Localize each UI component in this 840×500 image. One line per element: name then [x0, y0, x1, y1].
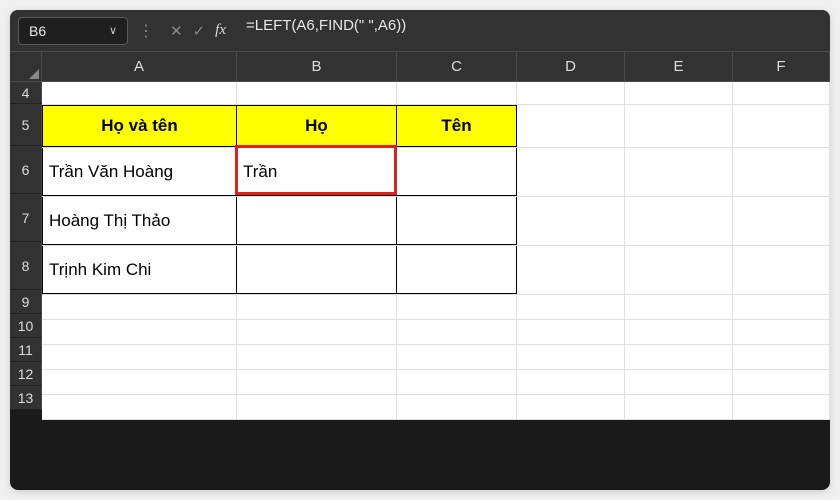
- cell-c4[interactable]: [397, 82, 517, 104]
- cell-f6[interactable]: [733, 148, 830, 196]
- cell-b7[interactable]: [237, 197, 397, 245]
- column-header-d[interactable]: D: [517, 52, 625, 82]
- row-header-8[interactable]: 8: [10, 242, 42, 290]
- cell-e5[interactable]: [625, 105, 733, 147]
- row-header-11[interactable]: 11: [10, 338, 42, 362]
- select-all-triangle-icon: [29, 69, 39, 79]
- column-header-e[interactable]: E: [625, 52, 733, 82]
- cell-b8[interactable]: [237, 246, 397, 294]
- cell-a12[interactable]: [42, 370, 237, 394]
- cell-f12[interactable]: [733, 370, 830, 394]
- cell-f9[interactable]: [733, 295, 830, 319]
- cell-a7[interactable]: Hoàng Thị Thảo: [42, 197, 237, 245]
- cell-e11[interactable]: [625, 345, 733, 369]
- cell-f5[interactable]: [733, 105, 830, 147]
- fx-icon[interactable]: fx: [215, 22, 226, 39]
- cell-a9[interactable]: [42, 295, 237, 319]
- cell-e8[interactable]: [625, 246, 733, 294]
- cell-c9[interactable]: [397, 295, 517, 319]
- cell-d13[interactable]: [517, 395, 625, 419]
- cell-c7[interactable]: [397, 197, 517, 245]
- formula-bar: B6 ∨ ⋮ ✕ ✓ fx =LEFT(A6,FIND(" ",A6)): [10, 10, 830, 52]
- row-header-10[interactable]: 10: [10, 314, 42, 338]
- cell-a11[interactable]: [42, 345, 237, 369]
- row-header-7[interactable]: 7: [10, 194, 42, 242]
- cell-a4[interactable]: [42, 82, 237, 104]
- cell-e13[interactable]: [625, 395, 733, 419]
- cell-a13[interactable]: [42, 395, 237, 419]
- cancel-icon[interactable]: ✕: [170, 22, 183, 40]
- cell-e4[interactable]: [625, 82, 733, 104]
- cell-c8[interactable]: [397, 246, 517, 294]
- cell-e7[interactable]: [625, 197, 733, 245]
- row-header-9[interactable]: 9: [10, 290, 42, 314]
- column-header-c[interactable]: C: [397, 52, 517, 82]
- cell-d8[interactable]: [517, 246, 625, 294]
- cell-e10[interactable]: [625, 320, 733, 344]
- cell-a8[interactable]: Trịnh Kim Chi: [42, 246, 237, 294]
- cell-c10[interactable]: [397, 320, 517, 344]
- row-header-5[interactable]: 5: [10, 104, 42, 146]
- separator-icon: ⋮: [136, 21, 156, 41]
- cell-f13[interactable]: [733, 395, 830, 419]
- select-all-corner[interactable]: [10, 52, 42, 82]
- row-header-12[interactable]: 12: [10, 362, 42, 386]
- column-header-b[interactable]: B: [237, 52, 397, 82]
- formula-input[interactable]: =LEFT(A6,FIND(" ",A6)): [240, 17, 822, 45]
- cell-b11[interactable]: [237, 345, 397, 369]
- cell-f7[interactable]: [733, 197, 830, 245]
- cell-b12[interactable]: [237, 370, 397, 394]
- cell-b9[interactable]: [237, 295, 397, 319]
- cell-f8[interactable]: [733, 246, 830, 294]
- name-box[interactable]: B6 ∨: [18, 17, 128, 45]
- cell-c6[interactable]: [397, 148, 517, 196]
- cell-c12[interactable]: [397, 370, 517, 394]
- cell-d5[interactable]: [517, 105, 625, 147]
- cell-b13[interactable]: [237, 395, 397, 419]
- cell-c11[interactable]: [397, 345, 517, 369]
- cell-b6[interactable]: Trần: [237, 148, 397, 196]
- cell-e6[interactable]: [625, 148, 733, 196]
- cell-c13[interactable]: [397, 395, 517, 419]
- cell-d6[interactable]: [517, 148, 625, 196]
- cell-d10[interactable]: [517, 320, 625, 344]
- column-header-f[interactable]: F: [733, 52, 830, 82]
- cell-e12[interactable]: [625, 370, 733, 394]
- cell-d12[interactable]: [517, 370, 625, 394]
- cell-d9[interactable]: [517, 295, 625, 319]
- name-box-value: B6: [29, 23, 46, 39]
- cell-f11[interactable]: [733, 345, 830, 369]
- cell-f10[interactable]: [733, 320, 830, 344]
- chevron-down-icon[interactable]: ∨: [109, 24, 117, 37]
- accept-icon[interactable]: ✓: [193, 22, 206, 40]
- row-header-6[interactable]: 6: [10, 146, 42, 194]
- column-header-a[interactable]: A: [42, 52, 237, 82]
- cell-c5-header[interactable]: Tên: [397, 105, 517, 147]
- cell-d11[interactable]: [517, 345, 625, 369]
- cell-b5-header[interactable]: Họ: [237, 105, 397, 147]
- cell-d7[interactable]: [517, 197, 625, 245]
- cell-b10[interactable]: [237, 320, 397, 344]
- row-header-13[interactable]: 13: [10, 386, 42, 410]
- cell-b4[interactable]: [237, 82, 397, 104]
- cell-d4[interactable]: [517, 82, 625, 104]
- cell-a6[interactable]: Trần Văn Hoàng: [42, 148, 237, 196]
- formula-actions: ✕ ✓ fx: [164, 22, 232, 40]
- cell-e9[interactable]: [625, 295, 733, 319]
- cell-f4[interactable]: [733, 82, 830, 104]
- row-header-4[interactable]: 4: [10, 82, 42, 104]
- cell-a10[interactable]: [42, 320, 237, 344]
- cell-a5-header[interactable]: Họ và tên: [42, 105, 237, 147]
